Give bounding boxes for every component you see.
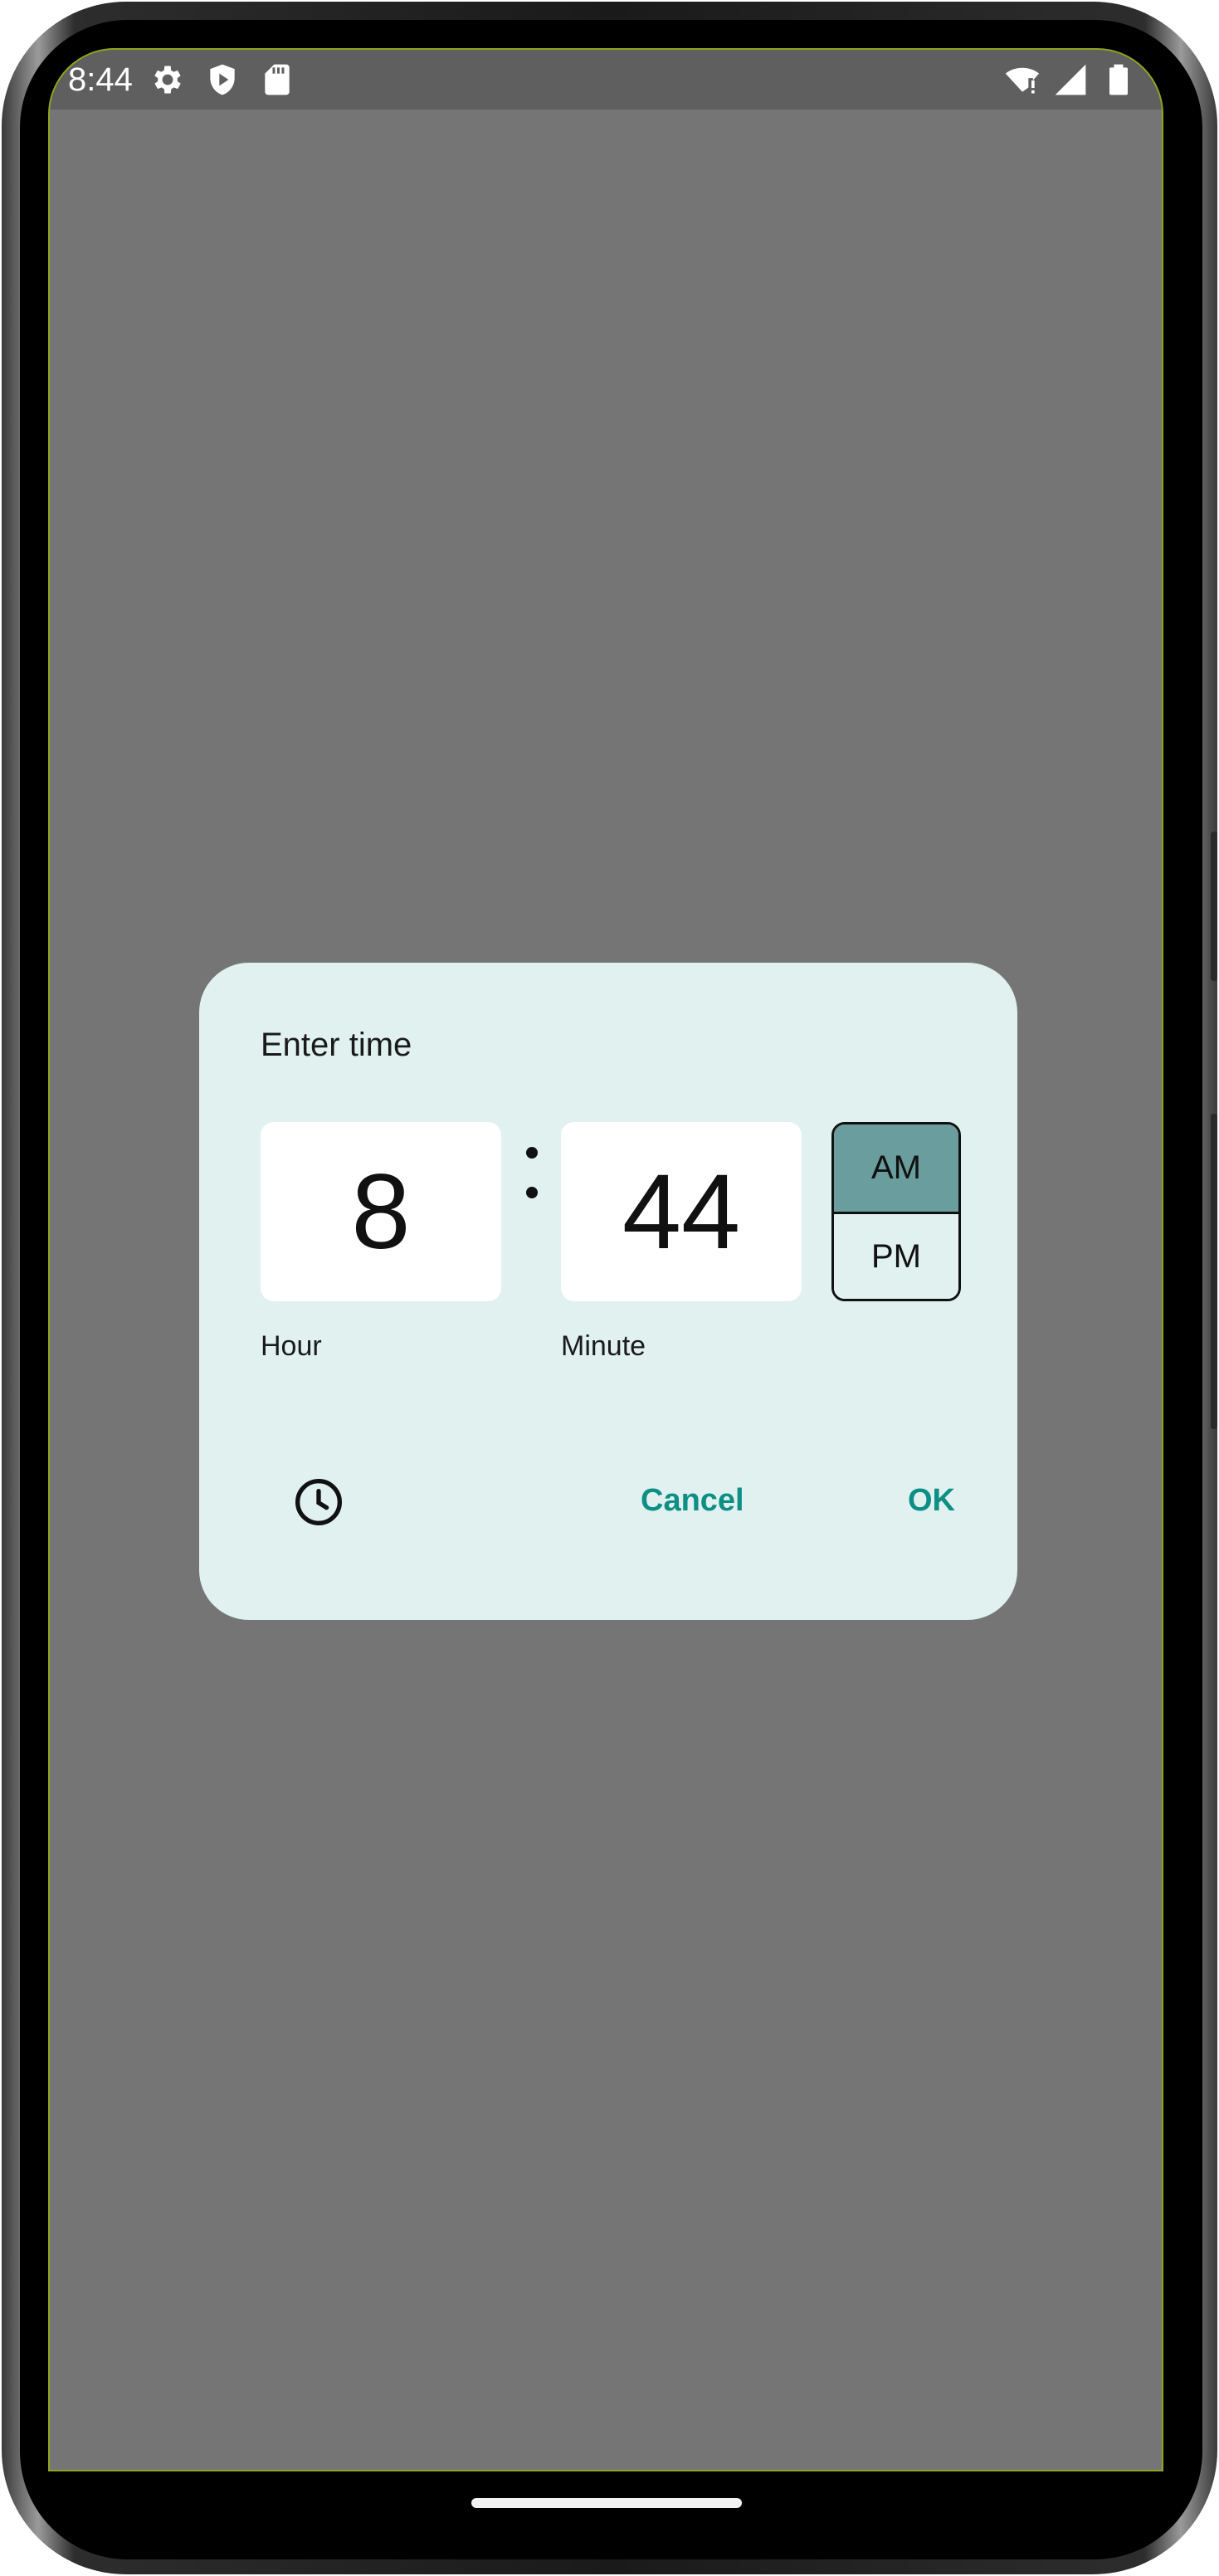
signal-icon [1055, 64, 1086, 95]
switch-to-clock-button[interactable] [285, 1469, 352, 1535]
power-button [1211, 1114, 1217, 1429]
ok-button[interactable]: OK [900, 1477, 963, 1524]
screen: 8:44 Enter time 8 44 Hour Minute AM PM C… [48, 48, 1163, 2471]
minute-input[interactable]: 44 [561, 1122, 802, 1301]
volume-button [1211, 832, 1217, 981]
navigation-handle[interactable] [471, 2498, 742, 2508]
status-time: 8:44 [68, 61, 133, 98]
time-separator [514, 1132, 548, 1256]
separator-dot-top [526, 1147, 538, 1159]
gear-icon [154, 66, 181, 94]
battery-icon [1109, 64, 1128, 95]
pm-option[interactable]: PM [834, 1212, 958, 1299]
status-icons-left [149, 61, 295, 98]
sd-card-icon [265, 64, 290, 95]
hour-label: Hour [261, 1330, 322, 1362]
am-pm-toggle: AM PM [831, 1122, 961, 1301]
shield-play-icon [210, 64, 235, 95]
cancel-button[interactable]: Cancel [632, 1477, 753, 1524]
wifi-alert-icon [1005, 67, 1040, 94]
time-picker-dialog: Enter time 8 44 Hour Minute AM PM Cancel… [199, 963, 1017, 1620]
status-bar: 8:44 [50, 50, 1162, 110]
status-icons-right [1004, 61, 1137, 98]
separator-dot-bottom [526, 1187, 538, 1198]
hour-input[interactable]: 8 [261, 1122, 501, 1301]
clock-icon [295, 1479, 342, 1525]
minute-label: Minute [561, 1330, 646, 1362]
am-option[interactable]: AM [834, 1125, 958, 1212]
dialog-title: Enter time [261, 1027, 412, 1063]
